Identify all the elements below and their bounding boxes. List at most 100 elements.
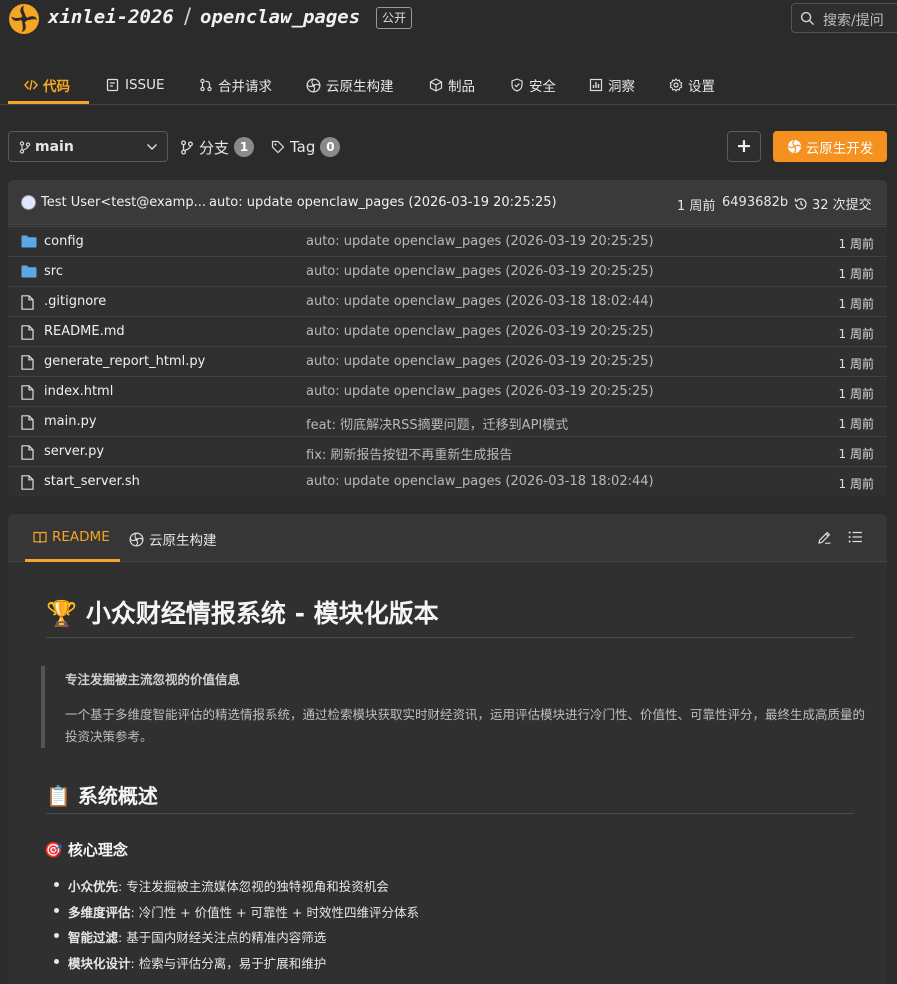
commit-time: 1 周前	[677, 199, 716, 214]
file-name[interactable]: start_server.sh	[44, 474, 140, 489]
readme-tab-label: 云原生构建	[149, 533, 217, 549]
file-row[interactable]: config auto: update openclaw_pages (2026…	[8, 226, 887, 256]
file-row[interactable]: start_server.sh auto: update openclaw_pa…	[8, 466, 887, 496]
subsection-heading-text: 核心理念	[67, 841, 128, 859]
file-name[interactable]: config	[44, 234, 84, 249]
file-commit-message[interactable]: fix: 刷新报告按钮不再重新生成报告	[306, 444, 512, 463]
active-tab-indicator	[8, 101, 89, 104]
file-name[interactable]: README.md	[44, 324, 125, 339]
tab-label: 设置	[688, 79, 715, 95]
logo-icon[interactable]	[8, 3, 40, 35]
visibility-badge: 公开	[376, 7, 413, 29]
file-time: 1 周前	[838, 267, 874, 281]
tab-label: 合并请求	[218, 79, 272, 95]
tab-label: 制品	[448, 79, 475, 95]
list-item: 智能过滤: 基于国内财经关注点的精准内容筛选	[54, 927, 419, 953]
subsection-heading: 🎯 核心理念	[44, 839, 128, 860]
cloud-dev-button[interactable]: 云原生开发	[773, 131, 887, 162]
tab-label: 代码	[43, 79, 70, 95]
edit-icon[interactable]	[817, 530, 832, 545]
file-row[interactable]: src auto: update openclaw_pages (2026-03…	[8, 256, 887, 286]
commit-hash[interactable]: 6493682b	[722, 195, 788, 210]
file-row[interactable]: server.py fix: 刷新报告按钮不再重新生成报告 1 周前	[8, 436, 887, 466]
list-icon[interactable]	[848, 530, 863, 544]
file-name[interactable]: server.py	[44, 444, 104, 459]
file-commit-message[interactable]: auto: update openclaw_pages (2026-03-19 …	[306, 264, 654, 279]
file-commit-message[interactable]: auto: update openclaw_pages (2026-03-19 …	[306, 384, 654, 399]
branches-link[interactable]: 分支 1	[180, 135, 255, 159]
tab-issue[interactable]: ISSUE	[106, 66, 165, 104]
tab-insights[interactable]: 洞察	[589, 66, 635, 104]
chart-icon	[589, 78, 603, 92]
repo-name-link[interactable]: openclaw_pages	[200, 6, 360, 28]
feature-list: 小众优先: 专注发掘被主流媒体忽视的独特视角和投资机会 多维度评估: 冷门性 +…	[54, 876, 419, 979]
file-commit-message[interactable]: feat: 彻底解决RSS摘要问题，迁移到API模式	[306, 414, 568, 433]
file-icon	[21, 415, 34, 430]
file-row[interactable]: .gitignore auto: update openclaw_pages (…	[8, 286, 887, 316]
branch-selector[interactable]: main	[8, 131, 168, 162]
search-icon	[800, 11, 815, 26]
target-icon: 🎯	[44, 841, 63, 859]
tags-link[interactable]: Tag 0	[271, 135, 341, 159]
cloud-build-icon	[129, 532, 144, 546]
tab-label: 安全	[529, 79, 556, 95]
file-name[interactable]: src	[44, 264, 63, 279]
file-row[interactable]: main.py feat: 彻底解决RSS摘要问题，迁移到API模式 1 周前	[8, 406, 887, 436]
blockquote-strong: 专注发掘被主流忽视的价值信息	[65, 672, 241, 687]
readme-header: README 云原生构建	[8, 514, 887, 562]
avatar[interactable]	[21, 195, 36, 210]
tab-settings[interactable]: 设置	[669, 66, 715, 104]
list-item: 模块化设计: 检索与评估分离，易于扩展和维护	[54, 953, 419, 979]
add-button[interactable]: +	[727, 131, 761, 162]
file-name[interactable]: main.py	[44, 414, 97, 429]
issue-icon	[106, 78, 119, 92]
file-row[interactable]: README.md auto: update openclaw_pages (2…	[8, 316, 887, 346]
file-row[interactable]: generate_report_html.py auto: update ope…	[8, 346, 887, 376]
latest-commit-bar: Test User<test@examp... auto: update ope…	[8, 180, 887, 225]
section-heading-text: 系统概述	[77, 784, 158, 808]
branches-label: 分支	[199, 138, 230, 157]
code-icon	[24, 79, 38, 91]
repo-tabs: 代码 ISSUE 合并请求 云原生构建 制品 安全 洞察 设置	[0, 66, 897, 105]
tab-cloud-build[interactable]: 云原生构建	[306, 66, 394, 104]
tab-merge-requests[interactable]: 合并请求	[199, 66, 272, 104]
tab-packages[interactable]: 制品	[429, 66, 475, 104]
tab-readme-cloud-build[interactable]: 云原生构建	[129, 529, 217, 549]
file-icon	[21, 445, 34, 460]
package-icon	[429, 78, 443, 92]
commit-author[interactable]: Test User<test@examp...	[41, 195, 206, 210]
folder-icon	[21, 265, 37, 278]
file-time: 1 周前	[838, 327, 874, 341]
list-item: 多维度评估: 冷门性 + 价值性 + 可靠性 + 时效性四维评分体系	[54, 902, 419, 928]
current-branch: main	[35, 139, 74, 155]
tab-security[interactable]: 安全	[510, 66, 556, 104]
file-name[interactable]: index.html	[44, 384, 113, 399]
file-name[interactable]: generate_report_html.py	[44, 354, 205, 369]
branches-count-badge: 1	[234, 137, 255, 157]
commit-message[interactable]: auto: update openclaw_pages (2026-03-19 …	[209, 195, 557, 210]
tab-code[interactable]: 代码	[24, 66, 70, 104]
readme-title: 🏆 小众财经情报系统 - 模块化版本	[46, 594, 854, 638]
file-time: 1 周前	[838, 357, 874, 371]
file-commit-message[interactable]: auto: update openclaw_pages (2026-03-19 …	[306, 234, 654, 249]
file-row[interactable]: index.html auto: update openclaw_pages (…	[8, 376, 887, 406]
shield-icon	[511, 78, 523, 92]
tab-readme[interactable]: README	[33, 529, 110, 545]
tab-label: 云原生构建	[326, 79, 394, 95]
path-separator: /	[184, 4, 192, 28]
file-commit-message[interactable]: auto: update openclaw_pages (2026-03-18 …	[306, 294, 654, 309]
file-name[interactable]: .gitignore	[44, 294, 106, 309]
file-commit-message[interactable]: auto: update openclaw_pages (2026-03-18 …	[306, 474, 654, 489]
commit-history-link[interactable]: 32 次提交	[794, 194, 872, 213]
file-commit-message[interactable]: auto: update openclaw_pages (2026-03-19 …	[306, 354, 654, 369]
branch-icon	[181, 139, 193, 155]
file-icon	[21, 385, 34, 400]
cloud-dev-label: 云原生开发	[805, 140, 874, 157]
file-time: 1 周前	[838, 237, 874, 251]
tag-icon	[271, 140, 285, 154]
repo-owner-link[interactable]: xinlei-2026	[48, 6, 174, 28]
search-input[interactable]: 搜索/提问	[791, 3, 897, 33]
file-commit-message[interactable]: auto: update openclaw_pages (2026-03-19 …	[306, 324, 654, 339]
file-time: 1 周前	[838, 387, 874, 401]
trophy-icon: 🏆	[46, 599, 78, 628]
